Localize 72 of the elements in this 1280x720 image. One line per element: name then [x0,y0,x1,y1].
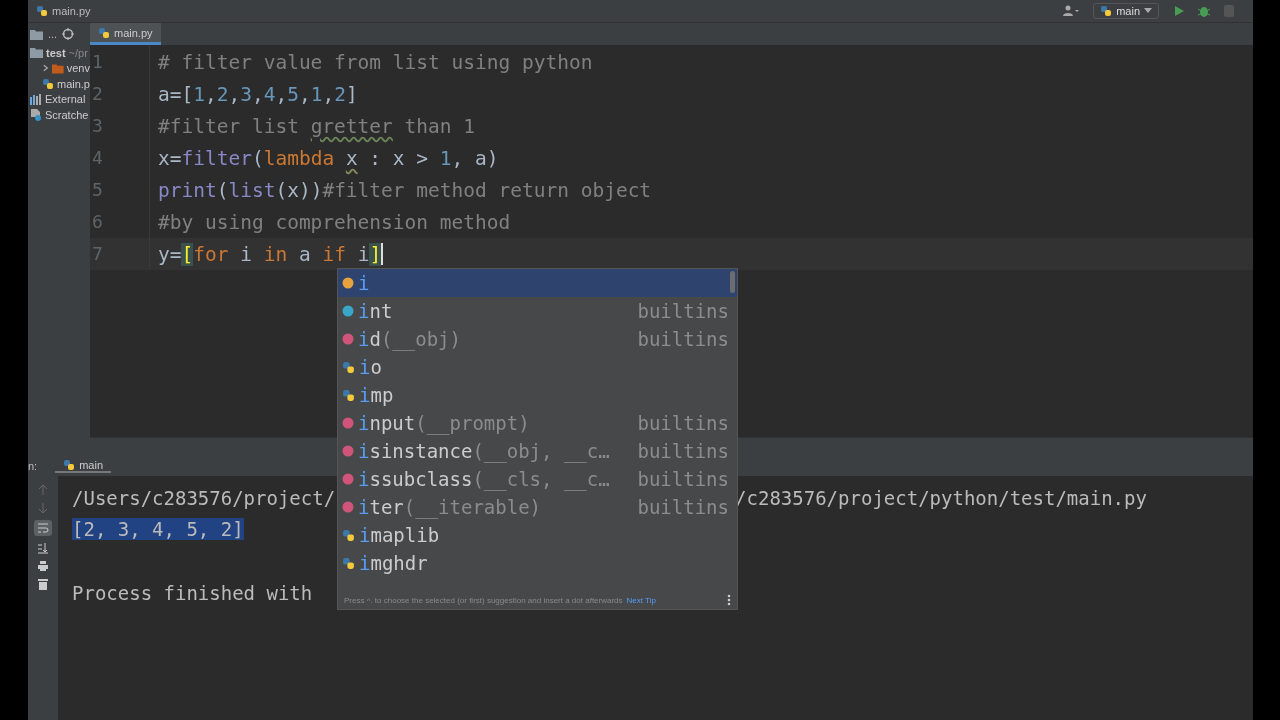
scratch-file-icon [30,108,42,121]
completion-item[interactable]: io [338,353,737,381]
function-icon [342,417,354,429]
code-line: # filter value from list using python [157,50,593,74]
completion-item[interactable]: int builtins [338,297,737,325]
run-icon[interactable] [1173,5,1185,17]
function-icon [342,501,354,513]
tree-item-label[interactable]: External [45,93,86,106]
next-tip-link[interactable]: Next Tip [626,595,656,605]
function-icon [342,445,354,457]
line-number: 1 [90,46,150,78]
completion-item[interactable]: input(__prompt) builtins [338,409,737,437]
bug-icon[interactable] [1197,4,1211,18]
run-configuration-dropdown[interactable]: main [1093,3,1159,19]
python-icon [1100,5,1113,17]
code-line: x=filter(lambda x : x > 1, a) [157,146,499,170]
user-icon[interactable] [1063,5,1080,17]
tree-item-path: ~/pr [68,46,88,59]
code-line: #by using comprehension method [157,210,511,234]
completion-item[interactable]: iter(__iterable) builtins [338,493,737,521]
python-module-icon [342,388,355,402]
more-icon[interactable] [727,594,731,606]
function-icon [342,333,354,345]
tree-item-label[interactable]: venv [66,62,90,75]
folder-icon [52,62,64,74]
chevron-right-icon[interactable] [42,64,50,73]
completion-item[interactable]: issubclass(__cls, __c… builtins [338,465,737,493]
print-icon[interactable] [37,560,49,572]
completion-item[interactable]: isinstance(__obj, __c… builtins [338,437,737,465]
line-number: 4 [90,142,150,174]
folder-icon [30,47,43,59]
soft-wrap-icon[interactable] [37,522,49,534]
line-number: 5 [90,174,150,206]
scroll-to-end-icon[interactable] [37,542,49,554]
tree-item-label[interactable]: Scratche [45,108,89,121]
code-line: a=[1,2,3,4,5,1,2] [157,82,358,106]
console-output-line: /Users/c283576/project/ [72,486,336,509]
python-icon [63,459,76,471]
python-module-icon [342,360,355,374]
breadcrumb[interactable]: main.py [52,5,91,17]
target-icon[interactable] [62,28,75,40]
code-line: #filter list gretter than 1 [157,114,475,138]
trash-icon[interactable] [38,578,48,590]
class-icon [342,305,354,317]
project-view-dropdown[interactable]: ... [48,28,58,40]
function-icon [342,473,354,485]
completion-item[interactable]: imaplib [338,521,737,549]
caret-icon [1144,8,1152,14]
run-tab[interactable]: main [55,459,112,473]
editor-tab[interactable]: main.py [90,23,161,45]
tree-item-label[interactable]: main.p [56,77,90,90]
python-module-icon [342,528,355,542]
python-module-icon [342,556,355,570]
console-output-line: /c283576/project/python/test/main.py [735,486,1147,509]
python-file-icon [36,5,48,17]
line-number: 3 [90,110,150,142]
line-number: 2 [90,78,150,110]
completion-item[interactable]: imghdr [338,549,737,577]
library-icon [30,93,42,105]
completion-item[interactable]: i [338,269,737,297]
project-icon [30,28,43,40]
python-icon [98,26,110,39]
variable-icon [342,277,354,289]
console-output-line: Process finished with [72,581,313,604]
completion-item[interactable]: imp [338,381,737,409]
code-line: print(list(x))#filter method return object [157,178,652,202]
completion-item[interactable]: id(__obj) builtins [338,325,737,353]
scrollbar-thumb[interactable] [730,271,735,293]
code-line: y=[for i in a if i] [157,242,384,266]
python-file-icon [42,77,54,90]
tree-item-label[interactable]: test [46,46,66,59]
run-panel-label: n: [28,460,38,472]
